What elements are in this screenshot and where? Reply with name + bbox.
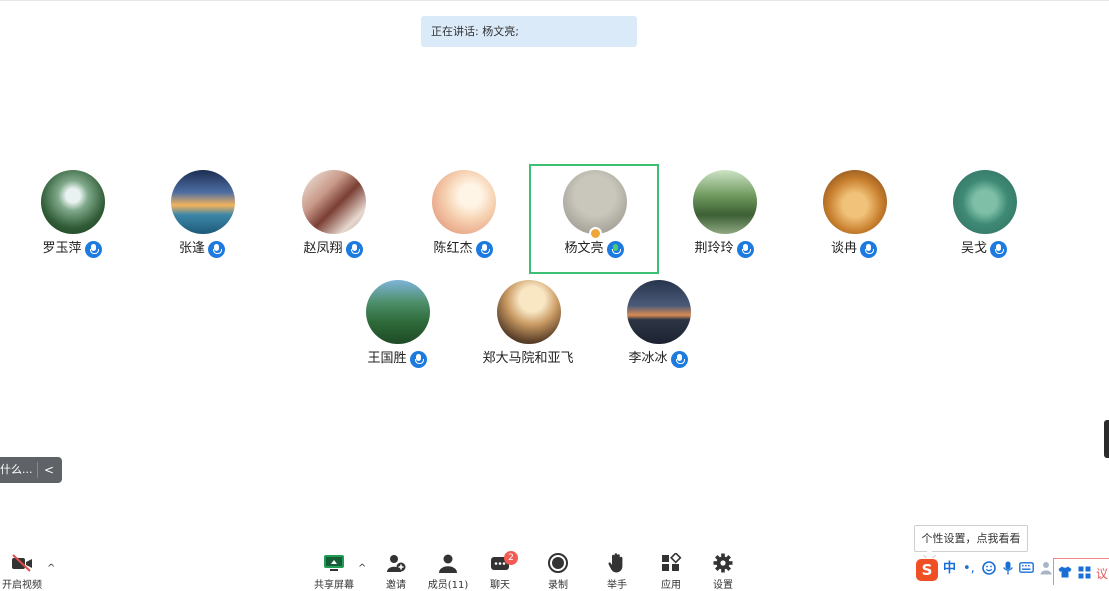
avatar [823, 170, 887, 234]
participant-tile[interactable]: 陈红杰 [398, 165, 528, 275]
avatar [693, 170, 757, 234]
microphone-icon[interactable] [1002, 561, 1014, 580]
divider [37, 462, 38, 478]
raise-hand-label: 举手 [607, 580, 627, 591]
ime-tooltip-text: 个性设置，点我看看 [921, 532, 1021, 545]
avatar [366, 280, 430, 344]
avatar [953, 170, 1017, 234]
chevron-up-icon[interactable]: ^ [358, 563, 366, 574]
participant-name: 罗玉萍 [42, 241, 82, 256]
raise-hand-button[interactable]: 举手 [589, 548, 645, 591]
ime-toolbar: S 中 •, [914, 558, 1052, 582]
members-button[interactable]: 成员(11) [420, 548, 476, 591]
participant-name: 杨文亮 [564, 241, 604, 256]
participant-tile[interactable]: 谈冉 [789, 165, 919, 275]
hand-icon [606, 553, 628, 573]
host-icon [589, 227, 602, 240]
avatar [627, 280, 691, 344]
video-button[interactable]: 开启视频 [0, 548, 50, 591]
user-icon [437, 553, 459, 573]
microphone-icon[interactable] [670, 350, 688, 368]
chat-label: 聊天 [490, 580, 510, 591]
emoji-icon[interactable] [982, 561, 996, 580]
share-screen-icon [323, 553, 345, 573]
right-side-handle[interactable] [1104, 420, 1109, 458]
avatar [432, 170, 496, 234]
apps-button[interactable]: 应用 [643, 548, 699, 591]
window-top-border [0, 0, 1109, 4]
participant-tile[interactable]: 荆玲玲 [659, 165, 789, 275]
chat-unread-badge: 2 [504, 551, 518, 565]
collapsed-side-panel-tab[interactable]: 什么... < [0, 457, 62, 483]
user-settings-icon[interactable] [1040, 561, 1052, 580]
avatar [41, 170, 105, 234]
invite-button[interactable]: 邀请 [368, 548, 424, 591]
chevron-up-icon[interactable]: ^ [47, 563, 55, 574]
record-icon [547, 553, 569, 573]
microphone-icon[interactable] [736, 240, 754, 258]
participant-name: 谈冉 [830, 241, 857, 256]
participant-tile[interactable]: 郑大马院和亚飞 [463, 275, 593, 385]
microphone-speaking-icon[interactable] [606, 240, 624, 258]
settings-button[interactable]: 设置 [695, 548, 751, 591]
microphone-icon[interactable] [475, 240, 493, 258]
avatar [302, 170, 366, 234]
ime-punctuation-toggle[interactable]: •, [963, 561, 975, 577]
participant-name: 王国胜 [367, 351, 407, 366]
keyboard-icon[interactable] [1019, 561, 1034, 579]
add-user-icon [385, 553, 407, 573]
grid-icon[interactable] [1078, 566, 1091, 582]
share-screen-label: 共享屏幕 [314, 580, 354, 591]
participant-name: 郑大马院和亚飞 [482, 351, 574, 366]
corner-text: 议 [1096, 567, 1109, 581]
avatar [497, 280, 561, 344]
settings-label: 设置 [713, 580, 733, 591]
chevron-left-icon[interactable]: < [44, 457, 54, 483]
participant-name: 吴戈 [960, 241, 987, 256]
participant-tile[interactable]: 王国胜 [332, 275, 462, 385]
camera-off-icon [11, 553, 33, 573]
share-screen-button[interactable]: 共享屏幕 [306, 548, 362, 591]
sogou-logo-icon[interactable]: S [916, 559, 938, 581]
microphone-icon[interactable] [345, 240, 363, 258]
video-label: 开启视频 [2, 580, 42, 591]
participant-name: 李冰冰 [628, 351, 668, 366]
side-tab-text: 什么... [0, 463, 33, 476]
participant-tile[interactable]: 赵凤翔 [268, 165, 398, 275]
microphone-icon[interactable] [990, 240, 1007, 258]
speaking-label: 正在讲话: 杨文亮; [431, 25, 519, 38]
participant-tile[interactable]: 罗玉萍 [7, 165, 137, 275]
participant-tile-active[interactable]: 杨文亮 [529, 164, 659, 274]
ime-mode-toggle[interactable]: 中 [943, 561, 956, 577]
participant-tile[interactable]: 张逢 [137, 165, 267, 275]
chat-button[interactable]: 2 聊天 [472, 548, 528, 591]
apps-label: 应用 [661, 580, 681, 591]
ime-tooltip: 个性设置，点我看看 [914, 525, 1028, 552]
speaking-indicator: 正在讲话: 杨文亮; [421, 16, 637, 47]
shirt-icon[interactable] [1058, 566, 1072, 581]
microphone-icon[interactable] [208, 240, 225, 258]
record-button[interactable]: 录制 [530, 548, 586, 591]
microphone-icon[interactable] [860, 240, 877, 258]
participant-tile[interactable]: 吴戈 [919, 165, 1049, 275]
participant-tile[interactable]: 李冰冰 [593, 275, 723, 385]
avatar [563, 170, 627, 234]
participant-name: 赵凤翔 [303, 241, 343, 256]
participant-name: 陈红杰 [433, 241, 473, 256]
gear-icon [712, 553, 734, 573]
microphone-icon[interactable] [84, 240, 102, 258]
participant-name: 张逢 [178, 241, 205, 256]
participant-name: 荆玲玲 [694, 241, 734, 256]
avatar [171, 170, 235, 234]
record-label: 录制 [548, 580, 568, 591]
invite-label: 邀请 [386, 580, 406, 591]
members-label: 成员(11) [427, 580, 469, 591]
edge-panel-fragment: 议 [1053, 558, 1109, 585]
apps-icon [660, 552, 682, 573]
microphone-icon[interactable] [409, 350, 427, 368]
